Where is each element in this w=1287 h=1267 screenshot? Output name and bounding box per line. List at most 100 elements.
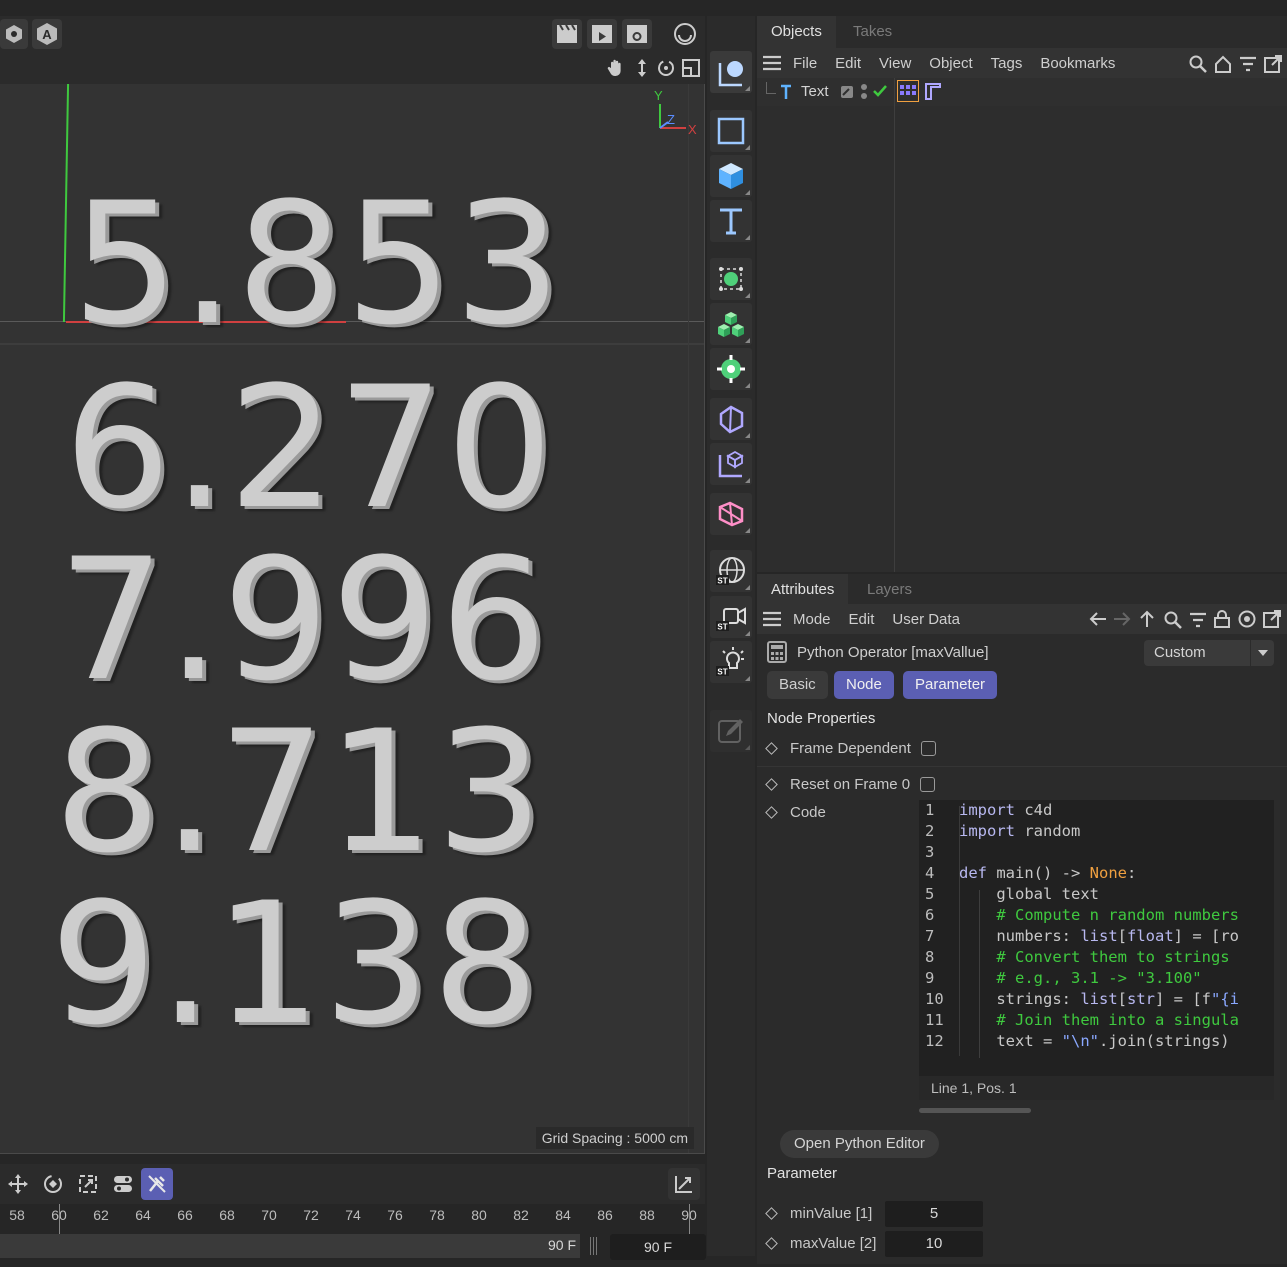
toggle-layout-icon[interactable]	[681, 58, 701, 78]
generator-icon[interactable]	[710, 258, 752, 300]
search-icon[interactable]	[1189, 55, 1207, 73]
min-value-row: minValue [1]	[765, 1205, 872, 1222]
keyframe-diamond-icon[interactable]	[765, 742, 778, 755]
preset-value: Custom	[1154, 644, 1206, 661]
end-frame-field[interactable]: 90 F	[610, 1234, 706, 1260]
menu-edit[interactable]: Edit	[849, 611, 875, 628]
light-icon[interactable]: ST	[710, 641, 752, 683]
min-value-field[interactable]: 5	[885, 1201, 983, 1227]
eye-icon[interactable]	[0, 19, 28, 49]
filter-icon[interactable]	[1189, 611, 1207, 629]
rotate-keys-icon[interactable]	[37, 1168, 69, 1200]
scene-number-1: 5.853	[72, 166, 563, 362]
axis-x-label: X	[688, 122, 697, 137]
preset-dropdown[interactable]: Custom	[1144, 640, 1274, 666]
menu-tags[interactable]: Tags	[991, 55, 1023, 72]
camera-icon[interactable]: ST	[710, 596, 752, 638]
menu-object[interactable]: Object	[929, 55, 972, 72]
subtab-node[interactable]: Node	[834, 671, 894, 699]
frame-dependent-checkbox[interactable]	[920, 741, 936, 756]
object-name[interactable]: Text	[801, 83, 829, 100]
column-divider[interactable]	[894, 78, 895, 572]
home-icon[interactable]	[1214, 55, 1232, 73]
render-settings-icon[interactable]	[622, 19, 652, 49]
rotate-view-icon[interactable]	[656, 58, 676, 78]
tab-layers[interactable]: Layers	[853, 574, 926, 606]
subtab-parameter[interactable]: Parameter	[903, 671, 998, 699]
tab-attributes[interactable]: Attributes	[757, 574, 849, 606]
playhead-marker[interactable]	[689, 1204, 690, 1234]
auto-mode-icon[interactable]: A	[32, 19, 62, 49]
divider	[757, 766, 1287, 767]
phong-tag-icon[interactable]	[925, 82, 941, 100]
cube-outline-icon[interactable]	[710, 110, 752, 152]
hamburger-menu-icon[interactable]	[763, 55, 781, 71]
field-icon[interactable]	[710, 493, 752, 535]
python-code-editor[interactable]: 1 import c4d 2 import random 3 4 def main()…	[919, 800, 1274, 1100]
forward-arrow-icon[interactable]	[1113, 611, 1131, 627]
tab-takes[interactable]: Takes	[839, 16, 906, 48]
lock-icon[interactable]	[1214, 610, 1230, 628]
cloner-icon[interactable]	[710, 303, 752, 345]
menu-bookmarks[interactable]: Bookmarks	[1040, 55, 1115, 72]
menu-edit[interactable]: Edit	[835, 55, 861, 72]
menu-file[interactable]: File	[793, 55, 817, 72]
text-tool-icon[interactable]	[710, 200, 752, 242]
xpresso-tag-icon[interactable]	[897, 80, 919, 102]
range-handle-icon[interactable]	[590, 1237, 598, 1255]
cloud-render-icon[interactable]	[670, 19, 700, 49]
fcurve-icon[interactable]	[668, 1168, 700, 1200]
menu-mode[interactable]: Mode	[793, 611, 831, 628]
up-arrow-icon[interactable]	[1139, 610, 1155, 628]
pan-hand-icon[interactable]	[606, 58, 626, 78]
svg-text:ST: ST	[717, 577, 727, 586]
3d-viewport[interactable]: Y Z X 5.853 6.270 7.996 8.713 9.138 Grid…	[0, 84, 705, 1154]
toggle-switch-icon[interactable]	[107, 1168, 139, 1200]
menu-user-data[interactable]: User Data	[892, 611, 960, 628]
reset-frame-checkbox[interactable]	[920, 777, 936, 792]
timeline-ruler[interactable]: 5860626466687072747678808284868890	[0, 1204, 705, 1234]
search-icon[interactable]	[1164, 611, 1182, 629]
scene-number-3: 7.996	[58, 522, 549, 718]
keyframe-diamond-icon[interactable]	[765, 806, 778, 819]
back-arrow-icon[interactable]	[1089, 611, 1107, 627]
timeline-scrubber[interactable]	[0, 1234, 580, 1258]
code-scrollbar[interactable]	[919, 1108, 1031, 1113]
enabled-check-icon[interactable]	[872, 84, 888, 98]
keyframe-diamond-icon[interactable]	[765, 1237, 778, 1250]
move-zoom-icon[interactable]	[632, 58, 652, 78]
null-object-icon[interactable]	[710, 443, 752, 485]
sky-environment-icon[interactable]: ST	[710, 550, 752, 592]
max-value-field[interactable]: 10	[885, 1231, 983, 1257]
new-window-icon[interactable]	[1264, 55, 1282, 73]
clapboard-icon[interactable]	[552, 19, 582, 49]
cube-icon[interactable]	[710, 155, 752, 197]
tab-objects[interactable]: Objects	[757, 16, 836, 48]
effector-icon[interactable]	[710, 348, 752, 390]
open-python-editor-button[interactable]: Open Python Editor	[780, 1130, 939, 1158]
auto-key-icon[interactable]	[141, 1168, 173, 1200]
edit-checkbox-icon[interactable]	[840, 85, 854, 99]
edit-disabled-icon[interactable]	[710, 710, 752, 752]
target-icon[interactable]	[1238, 610, 1256, 628]
new-window-icon[interactable]	[1263, 610, 1281, 628]
model-mode-icon[interactable]	[710, 51, 752, 93]
reset-frame-label: Reset on Frame 0	[790, 776, 911, 793]
object-tree[interactable]: Text	[757, 78, 1287, 572]
scale-keys-icon[interactable]	[72, 1168, 104, 1200]
keyframe-diamond-icon[interactable]	[765, 1207, 778, 1220]
keyframe-diamond-icon[interactable]	[765, 778, 778, 791]
chevron-down-icon[interactable]	[1250, 640, 1274, 666]
subtab-basic[interactable]: Basic	[767, 671, 828, 699]
visibility-dots-icon[interactable]	[860, 83, 868, 101]
range-start-marker[interactable]	[59, 1204, 60, 1234]
move-keys-icon[interactable]	[2, 1168, 34, 1200]
objects-menu-bar: File Edit View Object Tags Bookmarks	[757, 48, 1287, 78]
filter-icon[interactable]	[1239, 55, 1257, 73]
deformer-icon[interactable]	[710, 398, 752, 440]
object-row-text[interactable]: Text	[757, 78, 1287, 106]
ruler-tick-label: 76	[387, 1207, 403, 1223]
render-play-icon[interactable]	[587, 19, 617, 49]
menu-view[interactable]: View	[879, 55, 911, 72]
hamburger-menu-icon[interactable]	[763, 611, 781, 627]
